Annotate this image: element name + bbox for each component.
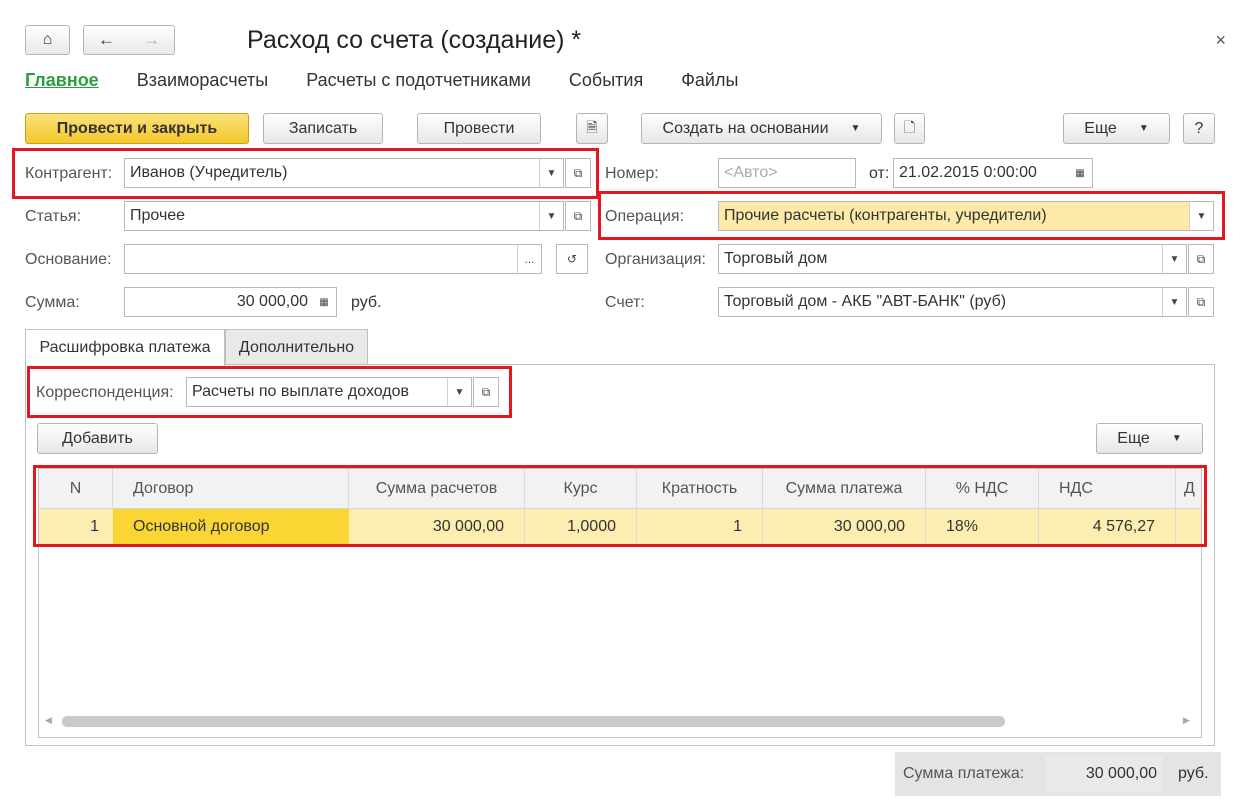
- chevron-down-icon[interactable]: ▼: [1162, 288, 1186, 316]
- help-button[interactable]: ?: [1183, 113, 1215, 144]
- create-based-on-label: Создать на основании: [662, 119, 829, 137]
- chevron-down-icon: ▼: [1138, 123, 1149, 134]
- open-window-icon[interactable]: ⧉: [1188, 287, 1214, 317]
- add-row-button[interactable]: Добавить: [37, 423, 158, 454]
- post-and-close-button[interactable]: Провести и закрыть: [25, 113, 249, 144]
- section-tabs: Главное Взаиморасчеты Расчеты с подотчет…: [25, 70, 776, 91]
- amount-field[interactable]: 30 000,00 ▦: [124, 287, 337, 317]
- calendar-icon[interactable]: ▦: [1068, 159, 1092, 187]
- document-icon: 🗋: [903, 118, 916, 135]
- tab-events[interactable]: События: [569, 70, 643, 91]
- create-based-on-button[interactable]: Создать на основании ▼: [641, 113, 882, 144]
- tab-additional[interactable]: Дополнительно: [225, 329, 368, 365]
- basis-field[interactable]: ...: [124, 244, 542, 274]
- window-title: Расход со счета (создание) *: [247, 26, 582, 54]
- post-button[interactable]: Провести: [417, 113, 541, 144]
- print-button[interactable]: 🗋: [894, 113, 925, 144]
- close-icon[interactable]: ×: [1215, 30, 1226, 51]
- ellipsis-button[interactable]: ...: [517, 245, 541, 273]
- highlight-correspondence: [27, 366, 512, 418]
- article-label: Статья:: [25, 208, 82, 225]
- highlight-operation: [598, 191, 1225, 240]
- scroll-right-icon[interactable]: ▶: [1183, 715, 1190, 726]
- amount-currency: руб.: [351, 294, 382, 311]
- open-window-icon[interactable]: ⧉: [565, 201, 591, 231]
- date-field[interactable]: 21.02.2015 0:00:00 ▦: [893, 158, 1093, 188]
- organization-label: Организация:: [605, 251, 706, 268]
- chevron-down-icon: ▼: [1171, 433, 1182, 444]
- footer-total: Сумма платежа: 30 000,00 руб.: [895, 752, 1221, 796]
- highlight-table: [33, 465, 1207, 547]
- total-currency: руб.: [1178, 765, 1209, 782]
- total-label: Сумма платежа:: [903, 765, 1025, 782]
- tab-accountable[interactable]: Расчеты с подотчетниками: [306, 70, 531, 91]
- table-more-label: Еще: [1117, 429, 1150, 447]
- calculator-icon[interactable]: ▦: [312, 288, 336, 316]
- tab-files[interactable]: Файлы: [681, 70, 738, 91]
- organization-value: Торговый дом: [724, 250, 828, 267]
- scroll-left-icon[interactable]: ◀: [45, 715, 52, 726]
- nav-history: ← →: [83, 25, 175, 55]
- article-value: Прочее: [130, 207, 186, 224]
- highlight-counterparty: [12, 148, 599, 199]
- account-value: Торговый дом - АКБ "АВТ-БАНК" (руб): [724, 293, 1007, 310]
- organization-field[interactable]: Торговый дом ▼: [718, 244, 1187, 274]
- date-label: от:: [869, 165, 890, 182]
- chevron-down-icon[interactable]: ▼: [1162, 245, 1186, 273]
- date-value: 21.02.2015 0:00:00: [899, 164, 1037, 181]
- tab-main[interactable]: Главное: [25, 70, 99, 91]
- tab-payment-breakdown[interactable]: Расшифровка платежа: [25, 329, 225, 366]
- total-value: 30 000,00: [1045, 756, 1163, 792]
- table-more-button[interactable]: Еще ▼: [1096, 423, 1203, 454]
- amount-label: Сумма:: [25, 294, 80, 311]
- more-label: Еще: [1084, 119, 1117, 137]
- save-button[interactable]: Записать: [263, 113, 383, 144]
- report-button[interactable]: 🗎: [576, 113, 608, 144]
- home-button[interactable]: ⌂: [25, 25, 70, 55]
- open-window-icon[interactable]: ⧉: [1188, 244, 1214, 274]
- number-placeholder: <Авто>: [724, 164, 778, 181]
- account-field[interactable]: Торговый дом - АКБ "АВТ-БАНК" (руб) ▼: [718, 287, 1187, 317]
- number-label: Номер:: [605, 165, 659, 182]
- basis-label: Основание:: [25, 251, 112, 268]
- tab-settlements[interactable]: Взаиморасчеты: [137, 70, 269, 91]
- horizontal-scrollbar[interactable]: [62, 716, 1005, 727]
- home-icon: ⌂: [42, 31, 53, 48]
- number-field[interactable]: <Авто>: [718, 158, 856, 188]
- forward-arrow-icon[interactable]: →: [143, 30, 160, 50]
- more-button[interactable]: Еще ▼: [1063, 113, 1170, 144]
- fill-basis-icon[interactable]: ↺: [556, 244, 588, 274]
- document-report-icon: 🗎: [586, 118, 598, 135]
- amount-value: 30 000,00: [236, 293, 308, 310]
- article-field[interactable]: Прочее ▼: [124, 201, 564, 231]
- back-arrow-icon[interactable]: ←: [98, 30, 115, 50]
- chevron-down-icon[interactable]: ▼: [539, 202, 563, 230]
- chevron-down-icon: ▼: [850, 123, 861, 134]
- account-label: Счет:: [605, 294, 645, 311]
